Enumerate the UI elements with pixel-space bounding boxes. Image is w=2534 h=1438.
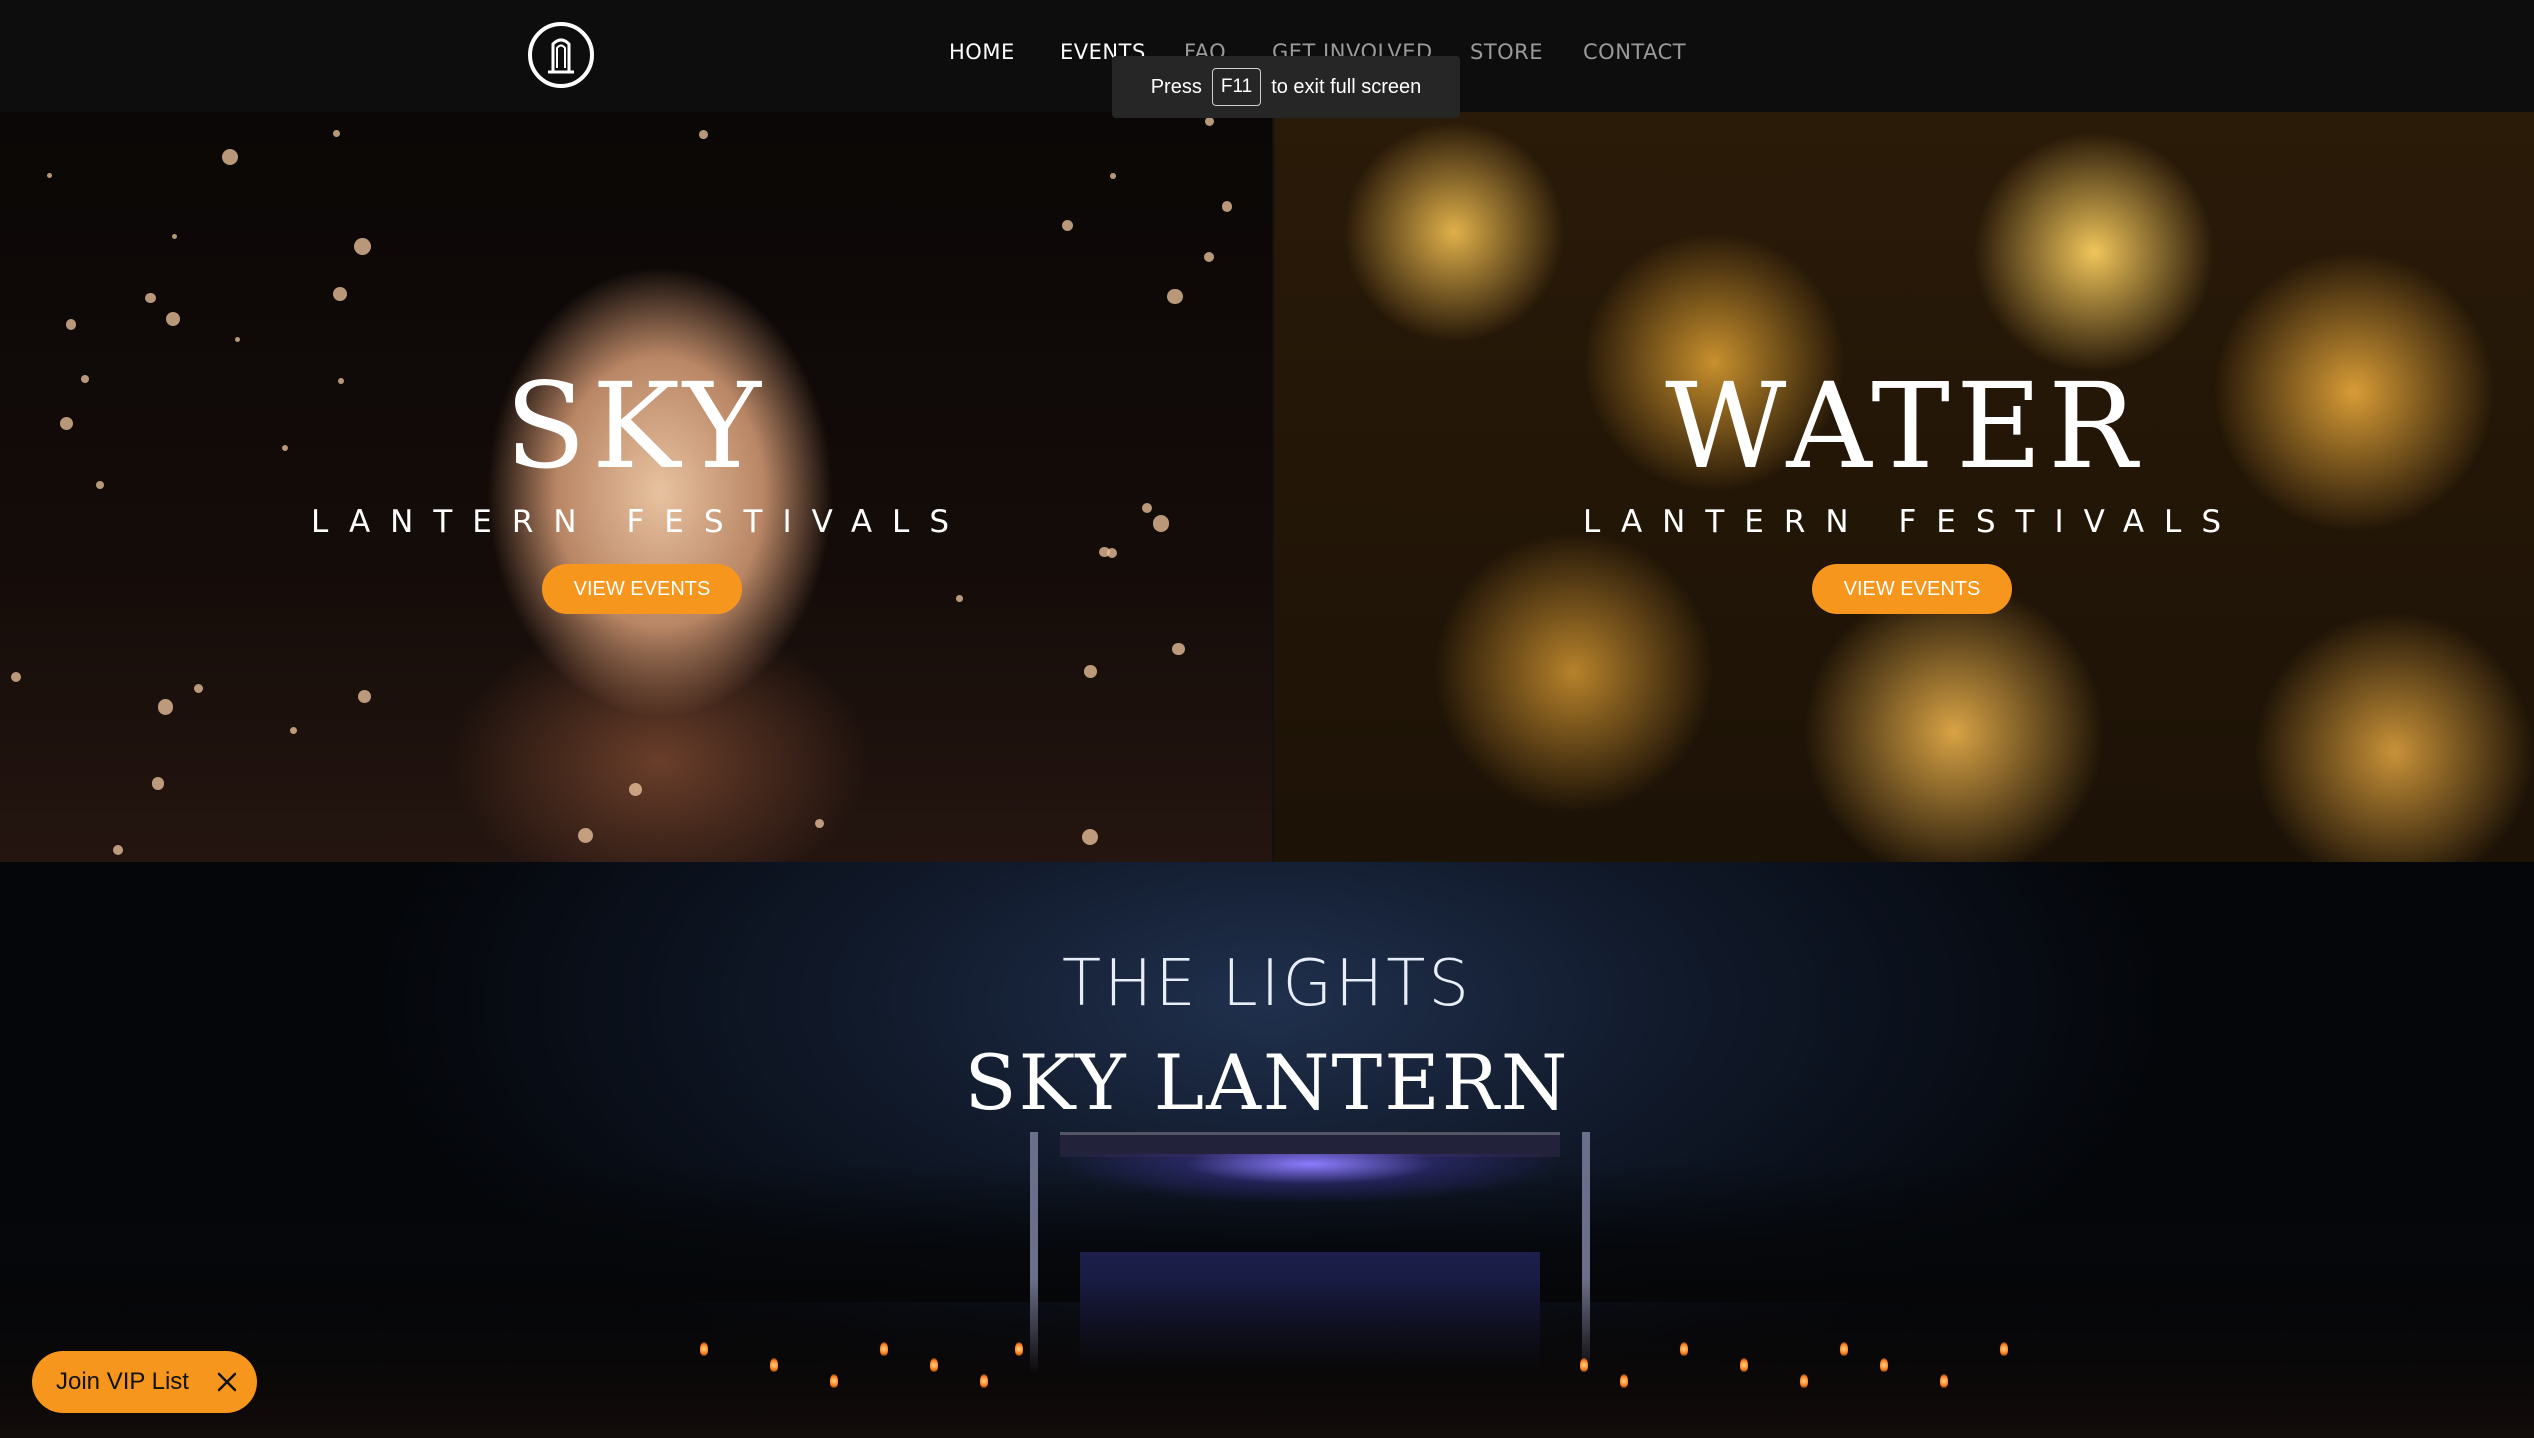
torch-flame — [770, 1358, 778, 1372]
torch-flame — [1840, 1342, 1848, 1356]
torch-flame — [880, 1342, 888, 1356]
floating-lantern-dot — [1062, 219, 1074, 231]
floating-lantern-dot — [47, 172, 53, 178]
floating-lantern-dot — [222, 149, 239, 166]
floating-lantern-dot — [193, 683, 203, 694]
water-title: WATER — [1665, 357, 2143, 495]
stage-lights — [1060, 1154, 1560, 1224]
torch-flame — [2000, 1342, 2008, 1356]
close-icon[interactable] — [215, 1370, 239, 1394]
sky-lantern-title: SKY LANTERN — [964, 1038, 1570, 1127]
water-subtitle: LANTERN FESTIVALS — [1582, 504, 2242, 540]
floating-lantern-dot — [1167, 288, 1183, 305]
nav-item-home[interactable]: HOME — [949, 40, 1015, 64]
floating-lantern-dot — [1205, 117, 1215, 127]
floating-lantern-dot — [145, 292, 156, 303]
floating-lantern-dot — [1099, 546, 1110, 558]
water-view-events-button[interactable]: VIEW EVENTS — [1812, 564, 2012, 614]
floating-lantern-dot — [157, 698, 174, 715]
floating-lantern-dot — [1081, 828, 1098, 845]
crowd — [0, 1278, 2534, 1438]
floating-lantern-dot — [815, 818, 824, 828]
torch-flame — [1620, 1374, 1628, 1388]
floating-lantern-dot — [358, 690, 372, 703]
floating-lantern-dot — [353, 238, 371, 255]
torch-flame — [1680, 1342, 1688, 1356]
torch-flame — [930, 1358, 938, 1372]
sky-view-events-button[interactable]: VIEW EVENTS — [542, 564, 742, 614]
floating-lantern-dot — [1084, 665, 1097, 678]
floating-lantern-dot — [1110, 173, 1116, 180]
floating-lantern-dot — [1204, 251, 1215, 262]
floating-lantern-dot — [577, 827, 594, 844]
torch-flame — [700, 1342, 708, 1356]
lights-title: THE LIGHTS — [1062, 947, 1472, 1021]
floating-lantern-dot — [234, 336, 241, 343]
torch-flame — [1800, 1374, 1808, 1388]
floating-lantern-dot — [289, 726, 297, 734]
vip-label: Join VIP List — [56, 1368, 189, 1395]
fullscreen-toast: Press F11 to exit full screen — [1112, 56, 1460, 118]
floating-lantern-dot — [112, 845, 124, 856]
torch-flame — [1580, 1358, 1588, 1372]
torch-flame — [830, 1374, 838, 1388]
toast-key: F11 — [1211, 68, 1262, 106]
toast-suffix-text: to exit full screen — [1271, 75, 1422, 98]
sky-title: SKY — [505, 357, 767, 495]
floating-lantern-dot — [151, 777, 165, 791]
floating-lantern-dot — [698, 129, 708, 139]
toast-press-text: Press — [1150, 75, 1202, 98]
nav-item-contact[interactable]: CONTACT — [1583, 40, 1686, 64]
floating-lantern-dot — [333, 130, 341, 137]
join-vip-button[interactable]: Join VIP List — [32, 1351, 257, 1413]
torch-flame — [1940, 1374, 1948, 1388]
torch-flame — [1880, 1358, 1888, 1372]
floating-lantern-dot — [65, 318, 77, 330]
nav-item-store[interactable]: STORE — [1470, 40, 1543, 64]
floating-lantern-dot — [172, 233, 178, 239]
torch-flame — [1740, 1358, 1748, 1372]
torch-flame — [980, 1374, 988, 1388]
torch-flame — [1015, 1342, 1023, 1356]
floating-lantern-dot — [1222, 201, 1233, 212]
lights-section: THE LIGHTS SKY LANTERN — [0, 862, 2534, 1438]
floating-lantern-dot — [956, 595, 963, 602]
floating-lantern-dot — [10, 671, 22, 683]
floating-lantern-dot — [166, 312, 181, 327]
floating-lantern-dot — [332, 287, 347, 302]
water-panel: WATER LANTERN FESTIVALS VIEW EVENTS — [1274, 112, 2534, 862]
sky-subtitle: LANTERN FESTIVALS — [310, 504, 970, 540]
floating-lantern-dot — [628, 782, 642, 796]
floating-lantern-dot — [1172, 642, 1185, 656]
sky-panel: SKY LANTERN FESTIVALS VIEW EVENTS — [0, 112, 1272, 862]
